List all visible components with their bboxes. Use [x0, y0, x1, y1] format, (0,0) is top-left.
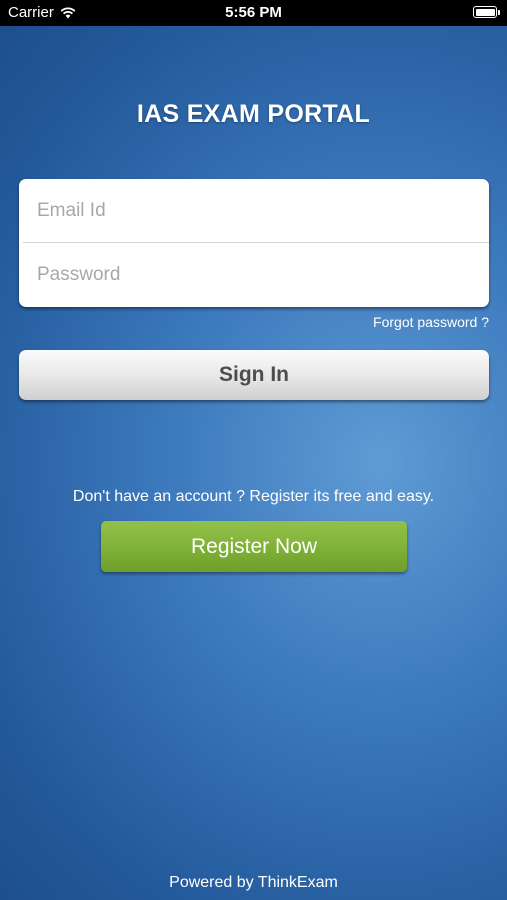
battery-fill [475, 8, 495, 16]
password-field[interactable] [19, 243, 489, 306]
status-time: 5:56 PM [225, 4, 282, 21]
app-title: IAS EXAM PORTAL [136, 100, 371, 128]
login-screen: IAS EXAM PORTAL Forgot password ? Sign I… [0, 26, 507, 900]
forgot-password-link[interactable]: Forgot password ? [373, 314, 489, 330]
sign-in-button[interactable]: Sign In [19, 350, 489, 400]
app-screen: Carrier 5:56 PM IAS EXAM PORTAL Forgot p… [0, 0, 507, 900]
register-hint: Don't have an account ? Register its fre… [72, 488, 435, 505]
battery-icon [473, 6, 500, 18]
register-now-button[interactable]: Register Now [101, 521, 407, 572]
login-form [19, 179, 489, 307]
email-field[interactable] [19, 179, 489, 242]
status-bar: Carrier 5:56 PM [0, 0, 507, 26]
powered-by-label: Powered by ThinkExam [169, 874, 338, 891]
